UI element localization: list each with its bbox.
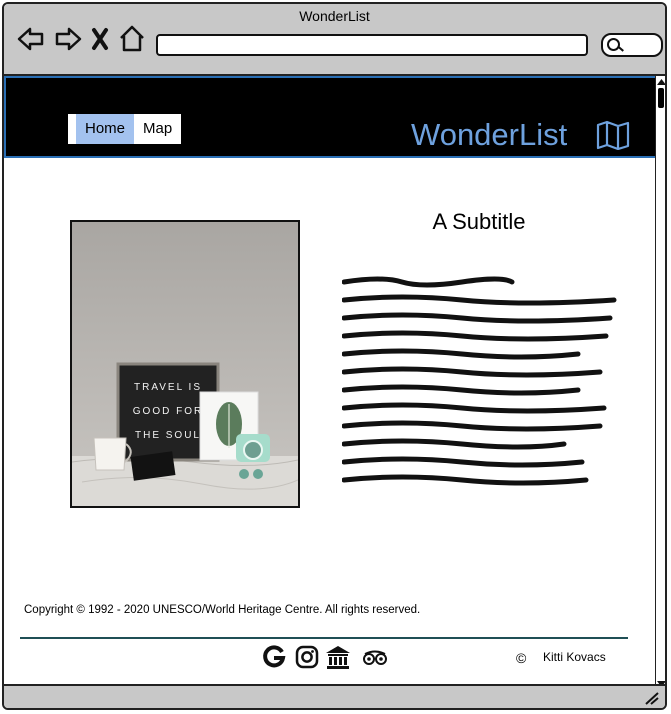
browser-search-input[interactable] [601,33,663,57]
home-icon[interactable] [117,24,147,54]
travel-photo: TRAVEL IS GOOD FOR THE SOUL [70,220,300,508]
window-title: WonderList [299,8,370,24]
tripadvisor-icon[interactable] [361,644,389,675]
sign-text-line-2: GOOD FOR [133,406,203,417]
browser-titlebar: WonderList [4,4,665,76]
address-bar[interactable] [156,34,588,56]
forward-arrow-icon[interactable] [53,24,83,54]
copyright-symbol: © [516,650,527,666]
sign-text-line-1: TRAVEL IS [134,382,202,393]
vertical-scrollbar[interactable] [655,76,665,690]
subtitle: A Subtitle [432,209,526,234]
nav-item-home[interactable]: Home [76,114,135,144]
author-name: Kitti Kovacs [543,650,606,664]
copyright-text: Copyright © 1992 - 2020 UNESCO/World Her… [24,604,421,616]
brand-title[interactable]: WonderList [411,117,567,153]
nav-item-map[interactable]: Map [134,114,181,144]
back-arrow-icon[interactable] [16,24,46,54]
browser-statusbar [4,684,665,708]
stop-icon[interactable] [89,24,111,54]
instagram-icon[interactable] [295,644,319,675]
resize-grip-icon[interactable] [643,691,659,705]
google-icon[interactable] [262,644,286,675]
footer-divider [20,637,628,639]
nav-menu: Home Map [68,114,182,144]
museum-icon[interactable] [325,644,351,675]
browser-window: WonderList Home Map WonderList TRAVEL IS… [2,2,667,710]
scrollbar-thumb[interactable] [658,88,664,108]
sign-text-line-3: THE SOUL [135,430,201,441]
placeholder-paragraph [341,274,622,499]
site-header: Home Map WonderList [4,76,657,158]
map-icon[interactable] [596,120,630,155]
search-icon [607,38,620,51]
